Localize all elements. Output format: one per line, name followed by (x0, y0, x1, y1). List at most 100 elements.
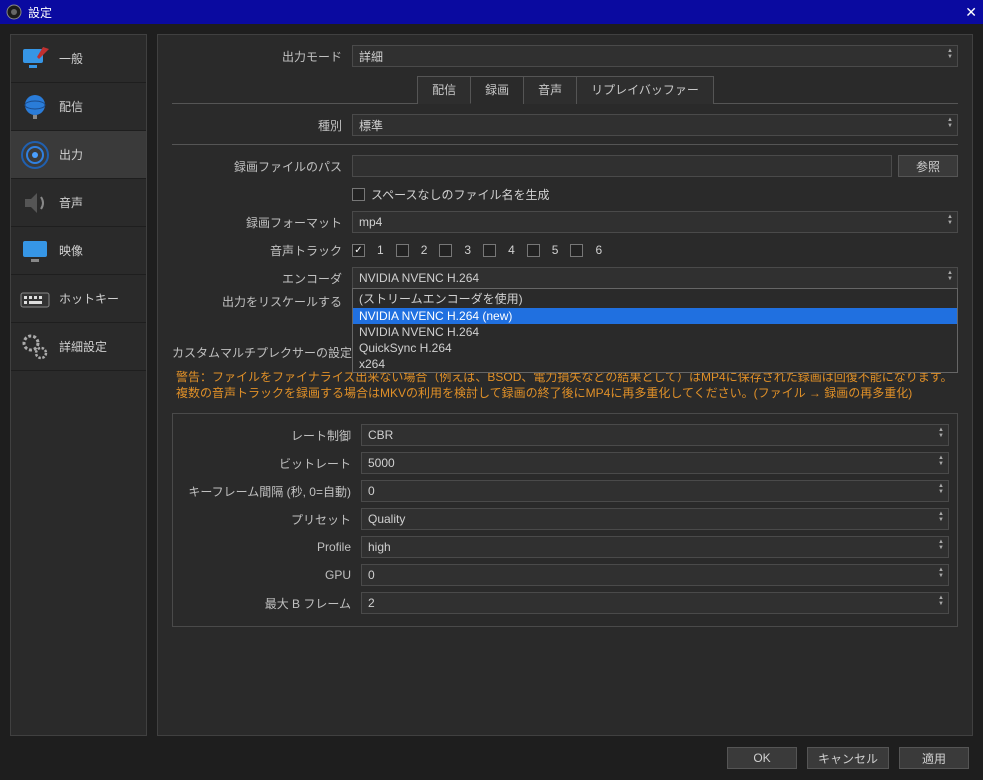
sidebar-item-label: 音声 (59, 194, 83, 211)
encoder-option-x264[interactable]: x264 (353, 356, 957, 372)
encoder-option-use-stream[interactable]: (ストリームエンコーダを使用) (353, 289, 957, 308)
monitor-icon (19, 235, 51, 267)
gpu-value: 0 (368, 568, 375, 582)
encoder-dropdown-list: (ストリームエンコーダを使用) NVIDIA NVENC H.264 (new)… (352, 288, 958, 373)
mp4-warning: 警告：ファイルをファイナライズ出来ない場合（例えば、BSOD、電力損失などの結果… (172, 369, 958, 401)
updown-icon: ▲▼ (938, 455, 944, 467)
divider (172, 144, 958, 145)
window-title: 設定 (28, 4, 52, 21)
bframes-input[interactable]: 2 ▲▼ (361, 592, 949, 614)
encoder-option-nvenc-new[interactable]: NVIDIA NVENC H.264 (new) (353, 308, 957, 324)
dialog-footer: OK キャンセル 適用 (0, 736, 983, 780)
sidebar-item-output[interactable]: 出力 (11, 131, 146, 179)
track-3-checkbox[interactable] (439, 244, 452, 257)
tracks-group: 1 2 3 4 5 6 (352, 243, 958, 257)
sidebar-item-label: 配信 (59, 98, 83, 115)
format-label: 録画フォーマット (172, 214, 352, 231)
sidebar-item-advanced[interactable]: 詳細設定 (11, 323, 146, 371)
encoder-label: エンコーダ (172, 270, 352, 287)
rate-control-select[interactable]: CBR ▲▼ (361, 424, 949, 446)
type-label: 種別 (172, 117, 352, 134)
keyframe-label: キーフレーム間隔 (秒, 0=自動) (181, 483, 361, 500)
close-button[interactable]: ✕ (965, 4, 977, 21)
track-1-label: 1 (377, 243, 384, 257)
output-mode-value: 詳細 (359, 48, 383, 65)
updown-icon: ▲▼ (947, 214, 953, 226)
encoder-select[interactable]: NVIDIA NVENC H.264 ▲▼ (352, 267, 958, 289)
updown-icon: ▲▼ (947, 270, 953, 282)
updown-icon: ▲▼ (947, 117, 953, 129)
output-mode-select[interactable]: 詳細 ▲▼ (352, 45, 958, 67)
apply-button[interactable]: 適用 (899, 747, 969, 769)
updown-icon: ▲▼ (938, 539, 944, 551)
gpu-input[interactable]: 0 ▲▼ (361, 564, 949, 586)
keyframe-value: 0 (368, 484, 375, 498)
profile-label: Profile (181, 540, 361, 554)
tab-recording[interactable]: 録画 (470, 76, 524, 104)
sidebar-item-audio[interactable]: 音声 (11, 179, 146, 227)
updown-icon: ▲▼ (947, 48, 953, 60)
sidebar-item-label: 出力 (59, 146, 83, 163)
bitrate-input[interactable]: 5000 ▲▼ (361, 452, 949, 474)
bitrate-label: ビットレート (181, 455, 361, 472)
updown-icon: ▲▼ (938, 511, 944, 523)
monitor-tools-icon (19, 43, 51, 75)
format-value: mp4 (359, 215, 382, 229)
track-4-checkbox[interactable] (483, 244, 496, 257)
updown-icon: ▲▼ (938, 595, 944, 607)
browse-button[interactable]: 参照 (898, 155, 958, 177)
mux-label: カスタムマルチプレクサーの設定 (172, 344, 352, 361)
track-6-checkbox[interactable] (570, 244, 583, 257)
updown-icon: ▲▼ (938, 427, 944, 439)
encoder-option-quicksync[interactable]: QuickSync H.264 (353, 340, 957, 356)
tab-audio[interactable]: 音声 (523, 76, 577, 104)
path-label: 録画ファイルのパス (172, 158, 352, 175)
gpu-label: GPU (181, 568, 361, 582)
cancel-button[interactable]: キャンセル (807, 747, 889, 769)
rate-control-value: CBR (368, 428, 393, 442)
antenna-icon (19, 139, 51, 171)
bframes-label: 最大 B フレーム (181, 595, 361, 612)
sidebar-item-hotkeys[interactable]: ホットキー (11, 275, 146, 323)
updown-icon: ▲▼ (938, 567, 944, 579)
encoder-value: NVIDIA NVENC H.264 (359, 271, 479, 285)
output-mode-label: 出力モード (172, 48, 352, 65)
track-3-label: 3 (464, 243, 471, 257)
tab-replay-buffer[interactable]: リプレイバッファー (576, 76, 714, 104)
gears-icon (19, 331, 51, 363)
keyframe-input[interactable]: 0 ▲▼ (361, 480, 949, 502)
track-2-checkbox[interactable] (396, 244, 409, 257)
preset-select[interactable]: Quality ▲▼ (361, 508, 949, 530)
sidebar-item-label: 映像 (59, 242, 83, 259)
preset-label: プリセット (181, 511, 361, 528)
track-2-label: 2 (421, 243, 428, 257)
sidebar-item-label: 詳細設定 (59, 338, 107, 355)
speaker-icon (19, 187, 51, 219)
rescale-label: 出力をリスケールする (172, 289, 352, 310)
rate-control-label: レート制御 (181, 427, 361, 444)
no-space-checkbox[interactable] (352, 188, 365, 201)
sidebar-item-general[interactable]: 一般 (11, 35, 146, 83)
sidebar-item-stream[interactable]: 配信 (11, 83, 146, 131)
track-6-label: 6 (595, 243, 602, 257)
track-1-checkbox[interactable] (352, 244, 365, 257)
type-select[interactable]: 標準 ▲▼ (352, 114, 958, 136)
ok-button[interactable]: OK (727, 747, 797, 769)
encoder-option-nvenc[interactable]: NVIDIA NVENC H.264 (353, 324, 957, 340)
preset-value: Quality (368, 512, 405, 526)
track-4-label: 4 (508, 243, 515, 257)
sidebar-item-label: ホットキー (59, 290, 119, 307)
updown-icon: ▲▼ (938, 483, 944, 495)
profile-select[interactable]: high ▲▼ (361, 536, 949, 558)
content-panel: 出力モード 詳細 ▲▼ 配信 録画 音声 リプレイバッファー 種別 標準 ▲▼ (157, 34, 973, 736)
bframes-value: 2 (368, 596, 375, 610)
tab-streaming[interactable]: 配信 (417, 76, 471, 104)
format-select[interactable]: mp4 ▲▼ (352, 211, 958, 233)
path-input[interactable] (352, 155, 892, 177)
sidebar-item-video[interactable]: 映像 (11, 227, 146, 275)
track-5-checkbox[interactable] (527, 244, 540, 257)
type-value: 標準 (359, 117, 383, 134)
sidebar: 一般 配信 出力 音声 映像 (10, 34, 147, 736)
titlebar: 設定 ✕ (0, 0, 983, 24)
track-5-label: 5 (552, 243, 559, 257)
